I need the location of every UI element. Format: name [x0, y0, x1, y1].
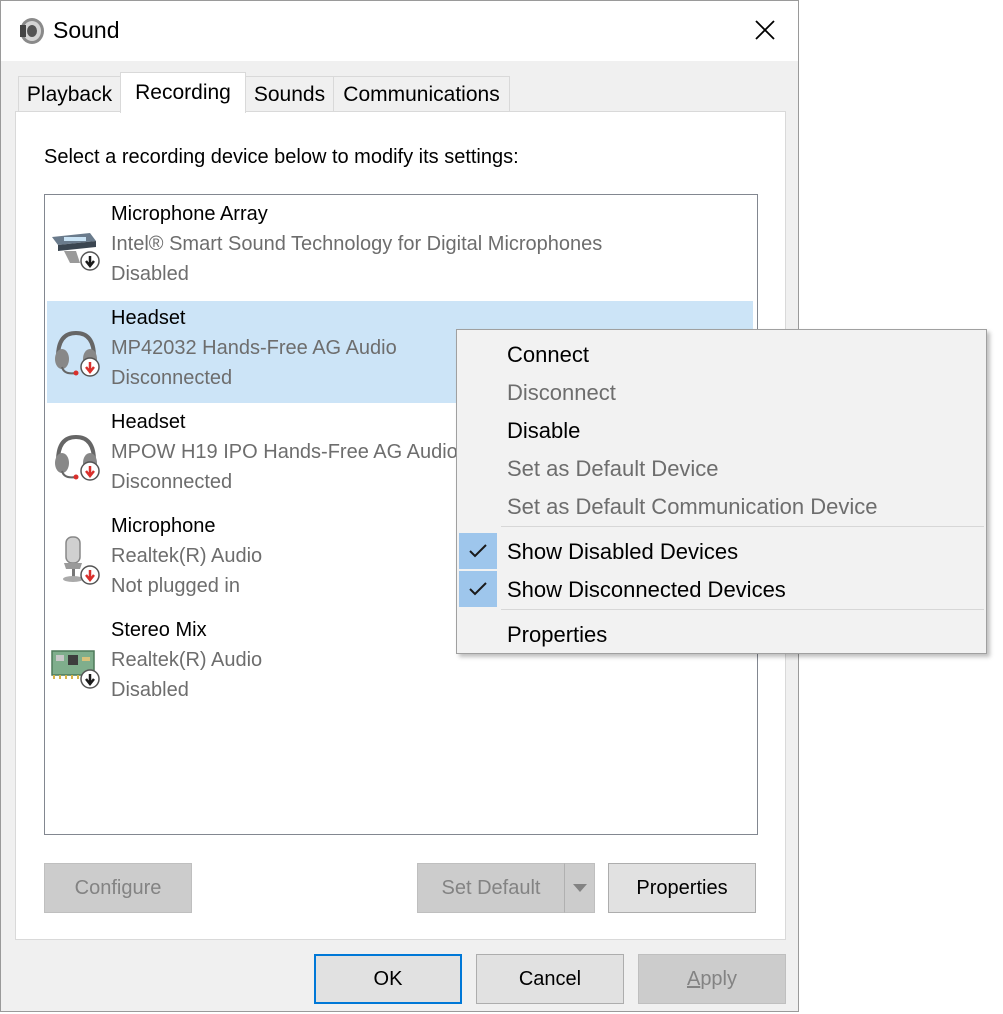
- menu-item-label: Show Disconnected Devices: [507, 577, 786, 602]
- menu-item-set-default-communication-device[interactable]: Set as Default Communication Device: [457, 487, 986, 525]
- device-name: Headset: [111, 411, 186, 433]
- apply-button[interactable]: Apply: [638, 954, 786, 1004]
- tab-recording[interactable]: Recording: [120, 72, 246, 113]
- menu-item-show-disabled-devices[interactable]: Show Disabled Devices: [457, 532, 986, 570]
- menu-separator: [501, 526, 984, 527]
- microphone-array-icon: [52, 233, 100, 271]
- close-button[interactable]: [739, 7, 791, 53]
- apply-label: Apply: [686, 967, 738, 990]
- device-description: MPOW H19 IPO Hands-Free AG Audio: [111, 441, 458, 463]
- device-name: Microphone: [111, 515, 216, 537]
- checkmark-highlight: [459, 571, 497, 607]
- menu-separator: [501, 609, 984, 610]
- chevron-down-icon: [572, 884, 587, 892]
- cancel-button[interactable]: Cancel: [476, 954, 624, 1004]
- device-description: Realtek(R) Audio: [111, 649, 263, 671]
- device-description: Realtek(R) Audio: [111, 545, 263, 567]
- device-name: Stereo Mix: [111, 619, 207, 641]
- menu-item-label: Disable: [507, 418, 581, 443]
- device-status: Disconnected: [111, 471, 233, 493]
- speaker-icon: [20, 18, 44, 44]
- configure-button[interactable]: Configure: [44, 863, 192, 913]
- window-title: Sound: [53, 17, 120, 43]
- properties-button[interactable]: Properties: [608, 863, 756, 913]
- sound-card-icon: [51, 650, 100, 689]
- menu-item-label: Set as Default Device: [507, 456, 719, 481]
- menu-item-disable[interactable]: Disable: [457, 411, 986, 449]
- device-status: Disabled: [111, 679, 189, 701]
- device-name: Headset: [111, 307, 186, 329]
- device-description: Intel® Smart Sound Technology for Digita…: [111, 233, 603, 255]
- checkmark-icon: [469, 544, 487, 558]
- set-default-button[interactable]: Set Default: [417, 863, 565, 913]
- menu-item-label: Properties: [507, 622, 608, 647]
- device-status: Disabled: [111, 263, 189, 285]
- tab-playback[interactable]: Playback: [18, 76, 121, 112]
- device-status: Not plugged in: [111, 575, 240, 597]
- device-status: Disconnected: [111, 367, 233, 389]
- menu-item-show-disconnected-devices[interactable]: Show Disconnected Devices: [457, 570, 986, 608]
- ok-button[interactable]: OK: [314, 954, 462, 1004]
- set-default-dropdown[interactable]: [564, 863, 595, 913]
- menu-item-label: Disconnect: [507, 380, 616, 405]
- device-item-microphone-array[interactable]: Microphone Array Intel® Smart Sound Tech…: [47, 197, 753, 299]
- menu-item-disconnect[interactable]: Disconnect: [457, 373, 986, 411]
- close-icon: [755, 20, 775, 40]
- tab-communications[interactable]: Communications: [333, 76, 510, 112]
- context-menu: Connect Disconnect Disable Set as Defaul…: [456, 329, 987, 654]
- tab-sounds[interactable]: Sounds: [245, 76, 334, 112]
- menu-item-label: Connect: [507, 342, 589, 367]
- instructions-text: Select a recording device below to modif…: [44, 146, 519, 168]
- device-name: Microphone Array: [111, 203, 268, 225]
- menu-item-label: Set as Default Communication Device: [507, 494, 878, 519]
- menu-item-connect[interactable]: Connect: [457, 335, 986, 373]
- checkmark-icon: [469, 582, 487, 596]
- menu-item-label: Show Disabled Devices: [507, 539, 739, 564]
- checkmark-highlight: [459, 533, 497, 569]
- device-description: MP42032 Hands-Free AG Audio: [111, 337, 397, 359]
- title-bar: Sound: [1, 1, 798, 61]
- menu-item-properties[interactable]: Properties: [457, 615, 986, 653]
- headset-icon: [55, 330, 100, 377]
- menu-item-set-default-device[interactable]: Set as Default Device: [457, 449, 986, 487]
- headset-icon: [55, 434, 100, 481]
- microphone-icon: [63, 536, 100, 585]
